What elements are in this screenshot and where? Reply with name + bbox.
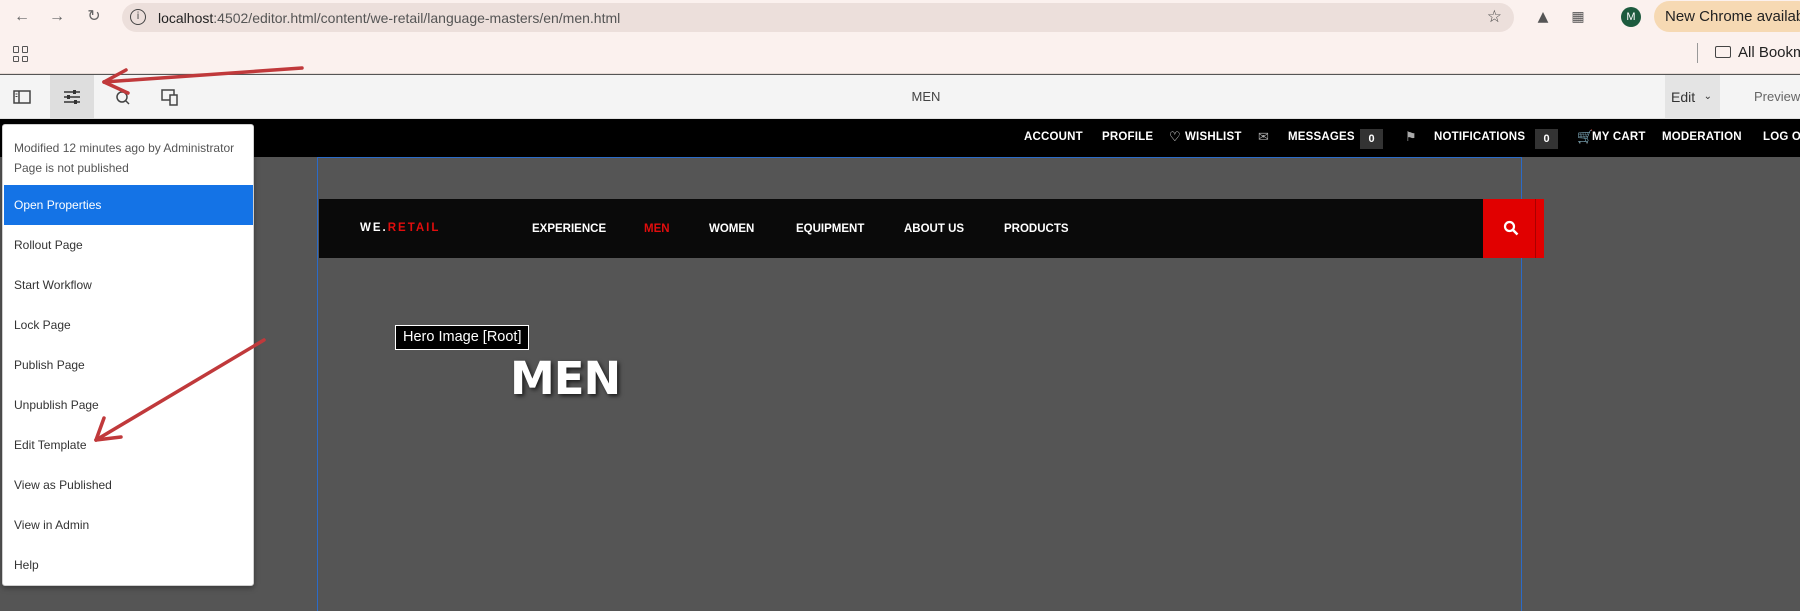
reload-icon[interactable]: ↻ (84, 7, 104, 27)
logout-link[interactable]: LOG OUT (1763, 131, 1800, 143)
menu-view-as-published[interactable]: View as Published (4, 465, 253, 505)
logo-text-white: WE. (360, 222, 388, 234)
address-bar[interactable]: i localhost:4502/editor.html/content/we-… (122, 3, 1514, 32)
profile-avatar[interactable]: M (1621, 7, 1641, 27)
back-icon[interactable]: ← (12, 7, 32, 27)
mode-select-value: Edit (1671, 89, 1696, 105)
modified-text: Modified 12 minutes ago by Administrator (14, 141, 235, 155)
site-top-nav: ACCOUNT PROFILE ♡ WISHLIST ✉ MESSAGES 0 … (0, 119, 1800, 157)
we-retail-logo[interactable]: WE.RETAIL (360, 222, 440, 234)
apps-grid-icon[interactable] (13, 46, 29, 62)
nav-experience[interactable]: EXPERIENCE (532, 223, 606, 235)
menu-view-in-admin[interactable]: View in Admin (4, 505, 253, 545)
chrome-update-pill[interactable]: New Chrome available (1654, 1, 1800, 32)
logo-text-red: RETAIL (387, 222, 441, 234)
extension-icon[interactable]: ▲ (1533, 7, 1553, 27)
nav-equipment[interactable]: EQUIPMENT (796, 223, 864, 235)
bookmark-star-icon[interactable]: ☆ (1487, 7, 1502, 27)
site-info-icon[interactable]: i (130, 9, 146, 25)
site-search-button[interactable] (1483, 199, 1544, 258)
menu-rollout-page[interactable]: Rollout Page (4, 225, 253, 265)
menu-open-properties[interactable]: Open Properties (4, 185, 253, 225)
messages-link[interactable]: MESSAGES (1288, 131, 1355, 143)
account-link[interactable]: ACCOUNT (1024, 131, 1083, 143)
menu-start-workflow[interactable]: Start Workflow (4, 265, 253, 305)
notifications-link[interactable]: NOTIFICATIONS (1434, 131, 1525, 143)
nav-men[interactable]: MEN (644, 223, 670, 235)
bookmarks-divider (1697, 43, 1698, 63)
all-bookmarks-label: All Bookmarks (1738, 44, 1800, 61)
preview-button[interactable]: Preview (1754, 89, 1800, 104)
mode-select[interactable]: Edit ⌄ (1665, 75, 1720, 119)
menu-help[interactable]: Help (4, 545, 253, 585)
menu-edit-template[interactable]: Edit Template (4, 425, 253, 465)
menu-lock-page[interactable]: Lock Page (4, 305, 253, 345)
menu-publish-page[interactable]: Publish Page (4, 345, 253, 385)
hero-title: MEN (510, 352, 621, 405)
search-button-divider (1535, 199, 1536, 258)
moderation-link[interactable]: MODERATION (1662, 131, 1742, 143)
editor-page-title: MEN (911, 89, 941, 104)
bookmarks-bar: All Bookmarks (0, 34, 1800, 74)
search-icon (1503, 220, 1519, 236)
profile-link[interactable]: PROFILE (1102, 131, 1153, 143)
url-text[interactable]: localhost:4502/editor.html/content/we-re… (158, 10, 620, 26)
envelope-icon: ✉ (1258, 130, 1269, 145)
extensions-puzzle-icon[interactable]: ▦ (1568, 7, 1588, 27)
nav-about-us[interactable]: ABOUT US (904, 223, 964, 235)
page-info-header: Modified 12 minutes ago by Administrator… (3, 125, 253, 185)
heart-icon: ♡ (1169, 130, 1181, 145)
nav-women[interactable]: WOMEN (709, 223, 754, 235)
flag-icon: ⚑ (1405, 130, 1417, 145)
nav-products[interactable]: PRODUCTS (1004, 223, 1069, 235)
forward-icon[interactable]: → (47, 7, 67, 27)
notifications-count-badge: 0 (1535, 129, 1558, 149)
hero-component-label[interactable]: Hero Image [Root] (395, 325, 530, 350)
site-main-nav: WE.RETAIL EXPERIENCE MEN WOMEN EQUIPMENT… (319, 199, 1485, 258)
my-cart-link[interactable]: MY CART (1592, 131, 1646, 143)
folder-icon (1715, 46, 1731, 58)
wishlist-link[interactable]: WISHLIST (1185, 131, 1242, 143)
chevron-down-icon: ⌄ (1703, 91, 1712, 102)
all-bookmarks-folder[interactable]: All Bookmarks (1715, 44, 1800, 61)
cart-icon: 🛒 (1577, 130, 1594, 145)
messages-count-badge: 0 (1360, 129, 1383, 149)
url-path: :4502/editor.html/content/we-retail/lang… (213, 10, 621, 26)
page-info-menu: Modified 12 minutes ago by Administrator… (2, 124, 254, 586)
browser-toolbar: ← → ↻ i localhost:4502/editor.html/conte… (0, 0, 1800, 34)
menu-unpublish-page[interactable]: Unpublish Page (4, 385, 253, 425)
url-host: localhost (158, 10, 214, 26)
editor-toolbar: MEN Edit ⌄ Preview (0, 75, 1800, 119)
publish-status-text: Page is not published (14, 161, 129, 175)
